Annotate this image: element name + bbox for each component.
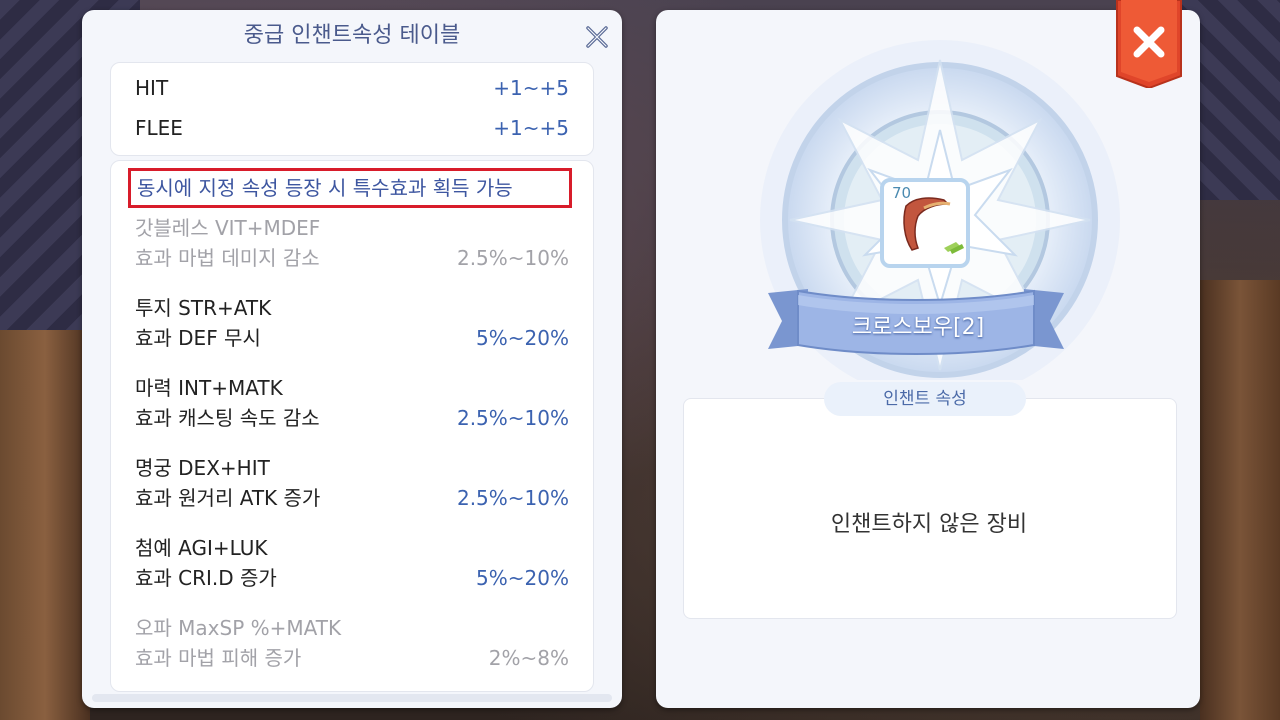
effect-title: 마력 INT+MATK [135, 376, 283, 400]
stat-range: +1~+5 [493, 76, 569, 100]
effect-title: 갓블레스 VIT+MDEF [135, 216, 321, 240]
section-label: 인챈트 속성 [824, 382, 1026, 416]
background-post-left [0, 330, 90, 720]
effect-desc: 효과 마법 피해 증가 [135, 646, 302, 670]
stat-range: +1~+5 [493, 116, 569, 140]
effect-item: 오파 MaxSP %+MATK 효과 마법 피해 증가 2%~8% [135, 613, 569, 673]
special-effect-notice: 동시에 지정 속성 등장 시 특수효과 획득 가능 [128, 168, 572, 208]
stat-name: FLEE [135, 116, 183, 140]
effect-item: 갓블레스 VIT+MDEF 효과 마법 데미지 감소 2.5%~10% [135, 213, 569, 273]
effect-item: 투지 STR+ATK 효과 DEF 무시 5%~20% [135, 293, 569, 353]
background-post-right [1200, 280, 1280, 720]
effect-desc: 효과 마법 데미지 감소 [135, 246, 320, 270]
enchant-table-panel: 중급 인챈트속성 테이블 HIT +1~+5 FLEE +1~+5 동시에 지정… [82, 10, 622, 708]
item-slot[interactable]: 70 [880, 178, 970, 268]
effect-desc: 효과 원거리 ATK 증가 [135, 486, 321, 510]
stat-row: FLEE +1~+5 [135, 113, 569, 143]
effect-range: 2.5%~10% [456, 406, 569, 430]
close-x-icon[interactable] [584, 24, 610, 50]
crossbow-item-icon [903, 197, 964, 254]
effect-range: 2%~8% [488, 646, 569, 670]
effect-item: 마력 INT+MATK 효과 캐스팅 속도 감소 2.5%~10% [135, 373, 569, 433]
special-effects-card[interactable]: 동시에 지정 속성 등장 시 특수효과 획득 가능 갓블레스 VIT+MDEF … [110, 160, 594, 692]
effect-desc: 효과 캐스팅 속도 감소 [135, 406, 320, 430]
empty-enchant-message: 인챈트하지 않은 장비 [830, 512, 1028, 537]
item-name: 크로스보우[2] [851, 315, 985, 340]
stat-name: HIT [135, 76, 169, 100]
effect-desc: 효과 CRI.D 증가 [135, 566, 277, 590]
effect-title: 명궁 DEX+HIT [135, 456, 270, 480]
scroll-track[interactable] [92, 694, 612, 702]
effect-item: 첨예 AGI+LUK 효과 CRI.D 증가 5%~20% [135, 533, 569, 593]
effect-range: 5%~20% [476, 566, 569, 590]
stat-list-card: HIT +1~+5 FLEE +1~+5 [110, 62, 594, 156]
effect-title: 첨예 AGI+LUK [135, 536, 268, 560]
effect-title: 투지 STR+ATK [135, 296, 272, 320]
effect-range: 2.5%~10% [456, 246, 569, 270]
effect-range: 2.5%~10% [456, 486, 569, 510]
effect-item: 명궁 DEX+HIT 효과 원거리 ATK 증가 2.5%~10% [135, 453, 569, 513]
panel-title: 중급 인챈트속성 테이블 [243, 23, 461, 48]
stat-row: HIT +1~+5 [135, 73, 569, 103]
effect-title: 오파 MaxSP %+MATK [135, 616, 342, 640]
effect-desc: 효과 DEF 무시 [135, 326, 261, 350]
effect-range: 5%~20% [476, 326, 569, 350]
